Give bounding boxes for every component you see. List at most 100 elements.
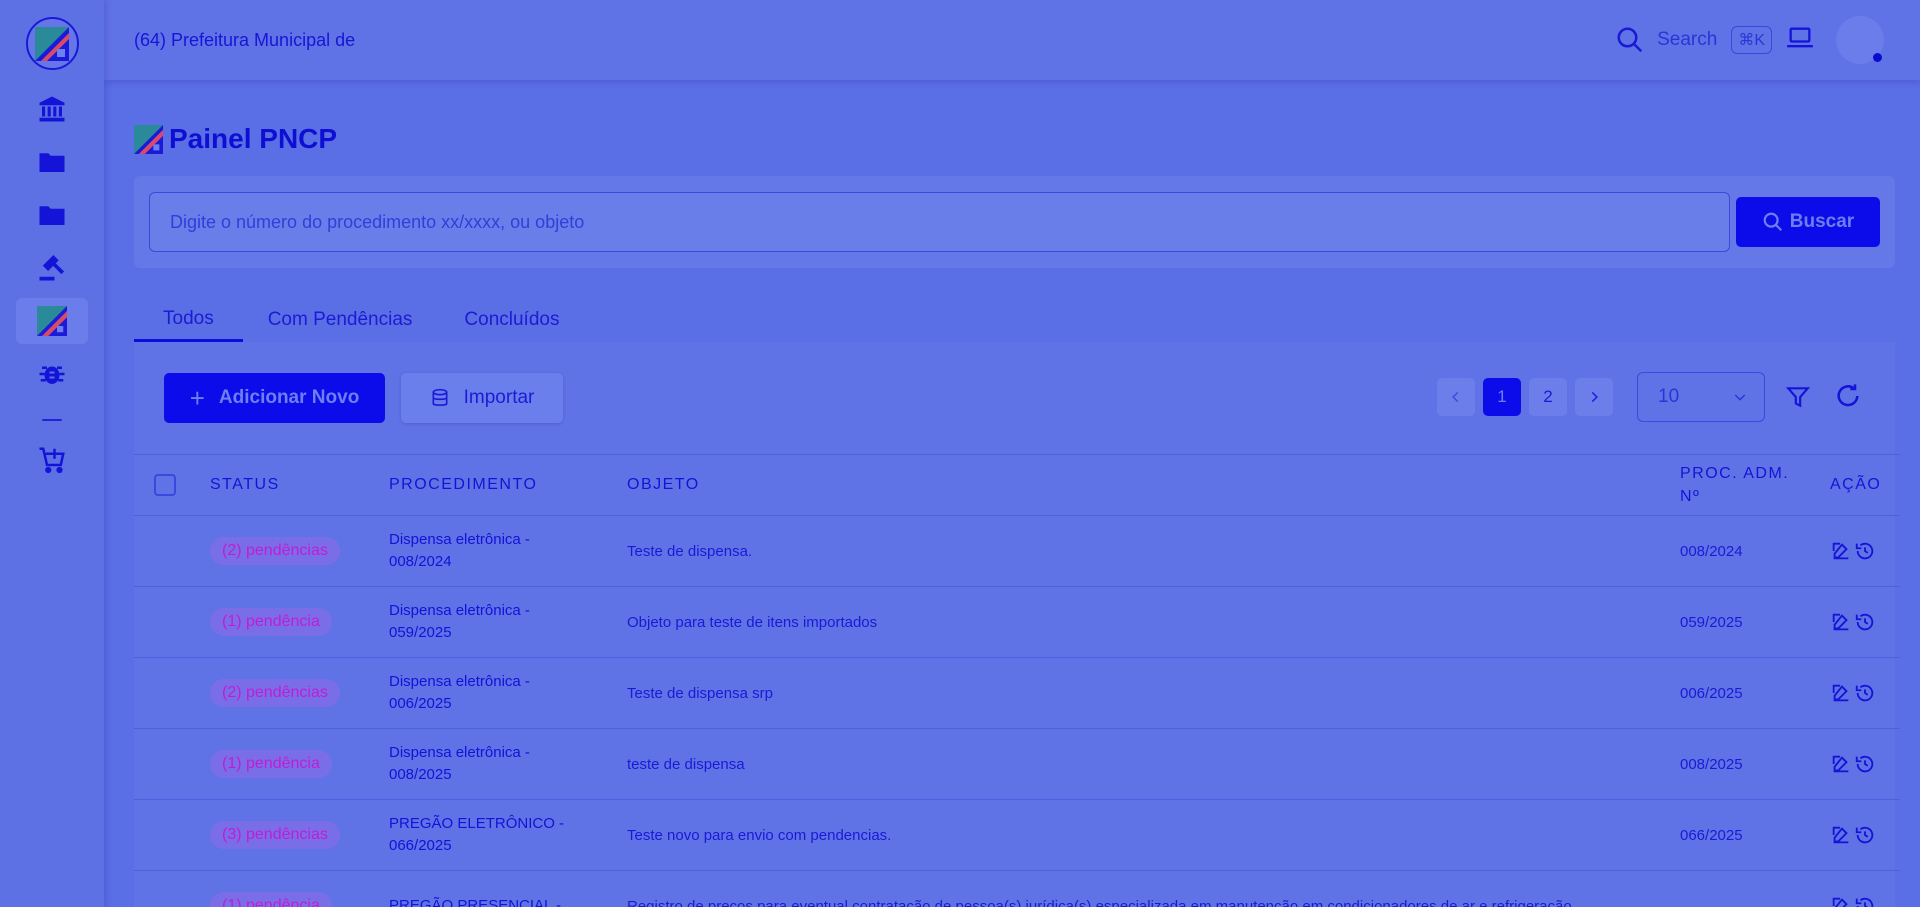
history-icon[interactable] [1854,824,1876,846]
history-icon[interactable] [1854,753,1876,775]
edit-icon[interactable] [1830,753,1852,775]
procedure-number: 066/2025 [389,837,452,854]
import-button[interactable]: Importar [401,373,563,423]
procedures-table-card: + Adicionar Novo Importar 1 2 10 STATUS … [134,342,1900,907]
pagination-page-2[interactable]: 2 [1529,378,1567,416]
table-row[interactable]: (1) pendência Dispensa eletrônica - 059/… [134,586,1900,658]
edit-icon[interactable] [1830,895,1852,907]
main-content: Painel PNCP Buscar Todos Com Pendências … [134,80,1900,907]
history-icon[interactable] [1854,611,1876,633]
objeto-cell: Teste novo para envio com pendencias. [627,799,1680,871]
objeto-cell: Teste de dispensa srp [627,657,1680,729]
chevron-right-icon [1591,391,1598,403]
edit-icon[interactable] [1830,611,1852,633]
history-icon[interactable] [1854,895,1876,907]
table-row[interactable]: (1) pendência Dispensa eletrônica - 008/… [134,728,1900,800]
tab-com-pendencias[interactable]: Com Pendências [243,298,438,342]
sidebar-item-folder-2[interactable] [16,192,88,238]
refresh-button[interactable] [1834,382,1862,415]
column-header-status[interactable]: STATUS [210,454,389,516]
procedure-link[interactable]: PREGÃO ELETRÔNICO - 066/2025 [389,813,627,857]
column-header-acao: AÇÃO [1830,454,1900,516]
proc-adm-cell: 008/2024 [1680,515,1830,587]
procedure-number: 008/2025 [389,766,452,783]
table-row[interactable]: (3) pendências PREGÃO ELETRÔNICO - 066/2… [134,799,1900,871]
table-row[interactable]: (2) pendências Dispensa eletrônica - 006… [134,657,1900,729]
pagination-next-button[interactable] [1575,378,1613,416]
procedure-link[interactable]: Dispensa eletrônica - 059/2025 [389,600,627,644]
search-button-label: Buscar [1789,211,1855,232]
procedure-link[interactable]: Dispensa eletrônica - 006/2025 [389,671,627,715]
status-badge: (2) pendências [210,537,340,565]
sidebar-item-bug[interactable] [16,351,88,397]
filter-icon [1785,387,1811,408]
status-badge: (2) pendências [210,679,340,707]
history-icon[interactable] [1854,540,1876,562]
import-label: Importar [463,387,535,408]
procedure-link[interactable]: PREGÃO PRESENCIAL - [389,895,627,907]
search-label: Search [1657,29,1718,50]
pagination-page-1[interactable]: 1 [1483,378,1521,416]
sidebar-item-cart[interactable] [16,437,88,483]
procedure-type: Dispensa eletrônica - [389,673,530,690]
procedure-link[interactable]: Dispensa eletrônica - 008/2025 [389,742,627,786]
proc-adm-cell: 008/2025 [1680,728,1830,800]
page-title: Painel PNCP [169,123,338,154]
add-new-label: Adicionar Novo [218,387,360,408]
search-icon [1763,212,1782,232]
theme-toggle-button[interactable] [1786,24,1836,57]
search-card: Buscar [134,176,1895,268]
filter-button[interactable] [1785,384,1811,415]
sidebar-divider [42,419,62,421]
column-header-objeto[interactable]: OBJETO [627,454,1680,516]
procedure-type: PREGÃO PRESENCIAL - [389,897,561,907]
status-badge: (3) pendências [210,821,340,849]
plus-icon: + [189,382,205,413]
table-row[interactable]: (1) pendência PREGÃO PRESENCIAL - Regist… [134,870,1900,907]
sidebar [0,0,104,907]
procedure-number: 059/2025 [389,624,452,641]
status-badge: (1) pendência [210,608,332,636]
table-row[interactable]: (2) pendências Dispensa eletrônica - 008… [134,515,1900,587]
global-search-button[interactable]: Search ⌘K [1615,25,1786,55]
proc-adm-header-line2: Nº [1680,488,1701,505]
status-tabs: Todos Com Pendências Concluídos [134,298,1895,342]
procedure-number: 006/2025 [389,695,452,712]
tab-todos[interactable]: Todos [134,298,243,342]
table-toolbar: + Adicionar Novo Importar 1 2 10 [134,342,1895,454]
tab-concluidos[interactable]: Concluídos [437,298,588,342]
objeto-cell: Teste de dispensa. [627,515,1680,587]
sidebar-item-gavel[interactable] [16,245,88,291]
bug-icon [39,366,65,384]
row-actions [1830,682,1900,704]
per-page-value: 10 [1658,386,1680,407]
procedure-number: 008/2024 [389,553,452,570]
history-icon[interactable] [1854,682,1876,704]
procedure-link[interactable]: Dispensa eletrônica - 008/2024 [389,529,627,573]
column-header-proc-adm[interactable]: PROC. ADM. Nº [1680,454,1830,516]
proc-adm-header-line1: PROC. ADM. [1680,465,1790,482]
app-logo[interactable] [25,17,79,70]
chevron-down-icon [1734,394,1746,401]
procedure-search-input[interactable] [149,192,1730,252]
add-new-button[interactable]: + Adicionar Novo [164,373,385,423]
per-page-select[interactable]: 10 [1637,372,1765,422]
select-all-checkbox[interactable] [154,474,176,496]
pagination-prev-button[interactable] [1437,378,1475,416]
page-title-row: Painel PNCP [134,122,1895,156]
user-avatar[interactable] [1836,16,1884,64]
sidebar-item-folder-1[interactable] [16,139,88,185]
edit-icon[interactable] [1830,682,1852,704]
pncp-logo-icon [35,26,69,61]
row-actions [1830,824,1900,846]
search-icon [1617,27,1643,53]
edit-icon[interactable] [1830,540,1852,562]
column-header-procedimento[interactable]: PROCEDIMENTO [389,454,627,516]
search-button[interactable]: Buscar [1736,197,1880,247]
edit-icon[interactable] [1830,824,1852,846]
sidebar-item-bank[interactable] [16,86,88,132]
folder-icon [39,153,65,172]
database-icon [432,388,448,406]
sidebar-item-pncp[interactable] [16,298,88,344]
objeto-cell: Objeto para teste de itens importados [627,586,1680,658]
